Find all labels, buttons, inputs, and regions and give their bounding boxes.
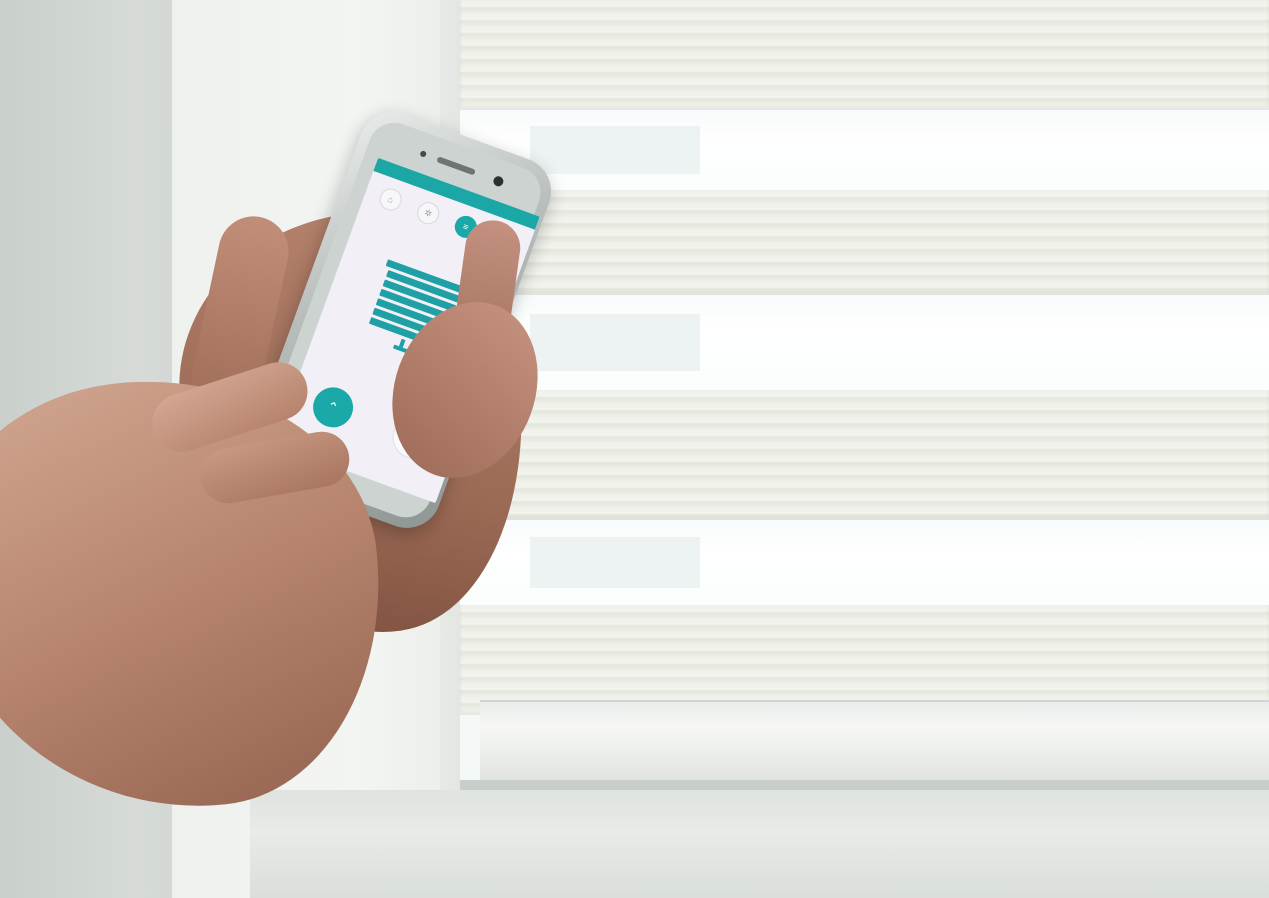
up-arrow-icon: ⌃ [324,397,342,417]
home-icon: ⌂ [376,185,405,214]
dimmer-icon: ✲ [414,199,443,228]
blind-bottom-rail [480,700,1269,782]
raise-blind-button[interactable]: ⌃ [306,381,359,433]
blind-opaque-band [460,390,1269,520]
tab-home[interactable]: ⌂ [376,185,405,216]
blind-sheer-band [460,110,1269,190]
photo-scene: ⌂ ✲ ≡ ⚙ [0,0,1269,898]
status-left [379,160,384,173]
proximity-sensor [419,150,428,158]
blind-opaque-band [460,605,1269,715]
blind-sheer-band [460,295,1269,390]
blind-opaque-band [460,190,1269,295]
earpiece-speaker [436,156,476,176]
blind-sheer-band [460,520,1269,605]
window-sill [250,790,1269,898]
blind-opaque-band [460,0,1269,110]
status-right [529,215,534,228]
tab-dimmer[interactable]: ✲ [413,199,443,230]
front-camera [491,174,505,188]
